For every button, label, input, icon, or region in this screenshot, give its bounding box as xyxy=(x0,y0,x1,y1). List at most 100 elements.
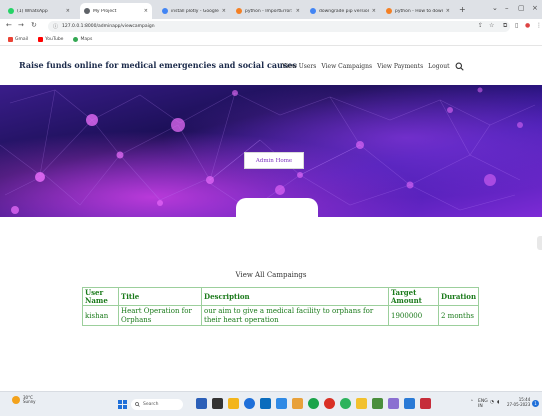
taskbar: 30°C Sunny Search ⌃ ENG IN ◔ ◖ 15:44 27-… xyxy=(0,391,542,416)
taskbar-search[interactable]: Search xyxy=(131,399,183,410)
sun-icon xyxy=(12,396,20,405)
column-header-title: Title xyxy=(118,286,202,307)
whatsapp-app-icon[interactable] xyxy=(340,398,351,409)
close-icon[interactable]: × xyxy=(296,8,300,14)
sidebar-icon[interactable]: ▯ xyxy=(515,22,518,29)
hero-banner: Admin Home xyxy=(0,85,542,217)
close-icon[interactable]: × xyxy=(446,8,450,14)
widgets-icon[interactable] xyxy=(212,398,223,409)
bookmark-gmail[interactable]: Gmail xyxy=(8,37,28,42)
side-panel-handle[interactable] xyxy=(537,236,542,250)
nav-view-users[interactable]: View Users xyxy=(282,63,316,70)
tray-chevron-icon[interactable]: ⌃ xyxy=(470,400,474,405)
close-icon[interactable]: × xyxy=(144,8,148,14)
cell-user-name: kishan xyxy=(82,305,119,327)
region-label: IN xyxy=(478,403,483,409)
tab-whatsapp[interactable]: (1) WhatsApp × xyxy=(4,3,74,19)
new-tab-button[interactable]: + xyxy=(459,5,466,14)
settings-app-icon[interactable] xyxy=(404,398,415,409)
windows-start-icon[interactable] xyxy=(118,400,127,409)
close-icon[interactable]: × xyxy=(66,8,70,14)
share-icon[interactable]: ⇪ xyxy=(478,22,483,29)
tab-label: python - How to downgra xyxy=(395,8,443,14)
bookmarks-bar: Gmail YouTube Maps xyxy=(0,34,542,46)
vscode-icon[interactable] xyxy=(276,398,287,409)
gmail-icon xyxy=(8,37,13,42)
section-title: View All Campaings xyxy=(235,271,307,279)
system-clock[interactable]: 15:44 27-05-2023 xyxy=(507,397,530,407)
google-icon xyxy=(310,8,316,14)
tab-stackoverflow-2[interactable]: python - How to downgra × xyxy=(382,3,454,19)
site-info-icon[interactable]: ⓘ xyxy=(53,23,58,30)
nav-view-campaigns[interactable]: View Campaigns xyxy=(321,63,372,70)
menu-icon[interactable]: ⋮ xyxy=(536,22,542,29)
stackoverflow-icon xyxy=(236,8,242,14)
notes-icon[interactable] xyxy=(356,398,367,409)
back-icon[interactable]: ← xyxy=(6,21,12,29)
tab-label: install plotly - Google Sear xyxy=(171,8,219,14)
store-icon[interactable] xyxy=(260,398,271,409)
chrome-profile-icon[interactable] xyxy=(324,398,335,409)
notification-badge[interactable]: 1 xyxy=(532,400,539,407)
column-header-user-name: User Name xyxy=(82,286,119,307)
column-header-duration: Duration xyxy=(437,286,480,307)
window-close-icon[interactable]: × xyxy=(532,4,538,12)
browser-tab-strip: (1) WhatsApp × My Project × install plot… xyxy=(0,0,542,19)
site-brand[interactable]: Raise funds online for medical emergenci… xyxy=(19,60,297,70)
media-app-icon[interactable] xyxy=(420,398,431,409)
bookmark-star-icon[interactable]: ☆ xyxy=(489,22,494,29)
stackoverflow-icon xyxy=(386,8,392,14)
maximize-icon[interactable]: ▢ xyxy=(518,4,525,12)
tab-stackoverflow-1[interactable]: python - ImportError: can × xyxy=(232,3,304,19)
bookmark-maps[interactable]: Maps xyxy=(73,37,92,42)
youtube-icon xyxy=(38,37,44,42)
weather-widget[interactable]: 30°C Sunny xyxy=(12,395,36,405)
reload-icon[interactable]: ↻ xyxy=(31,21,37,29)
tab-google-search-2[interactable]: downgrade pip version - S × xyxy=(306,3,380,19)
profile-icon[interactable]: ● xyxy=(525,22,530,29)
close-icon[interactable]: × xyxy=(372,8,376,14)
tab-google-search[interactable]: install plotly - Google Sear × xyxy=(158,3,230,19)
language-indicator[interactable]: ENG IN xyxy=(478,399,488,409)
bookmark-label: YouTube xyxy=(45,37,64,42)
clock-date: 27-05-2023 xyxy=(507,402,531,408)
edge-icon[interactable] xyxy=(244,398,255,409)
tab-label: python - ImportError: can xyxy=(245,8,293,14)
bookmark-label: Maps xyxy=(80,37,93,42)
table-row: kishan Heart Operation for Orphans our a… xyxy=(82,305,480,327)
campaigns-table: User Name Title Description Target Amoun… xyxy=(82,286,480,327)
search-icon[interactable] xyxy=(455,62,464,71)
cell-title: Heart Operation for Orphans xyxy=(118,305,202,327)
hero-bottom-tab xyxy=(236,198,318,217)
python-icon[interactable] xyxy=(292,398,303,409)
tab-search-icon[interactable]: ⌄ xyxy=(492,4,498,12)
file-explorer-icon[interactable] xyxy=(228,398,239,409)
column-header-target-amount: Target Amount xyxy=(388,286,439,307)
volume-icon[interactable]: ◖ xyxy=(497,400,499,405)
task-view-icon[interactable] xyxy=(196,398,207,409)
forward-icon[interactable]: → xyxy=(18,21,24,29)
nav-logout[interactable]: Logout xyxy=(428,63,449,70)
app-icon[interactable] xyxy=(388,398,399,409)
nav-view-payments[interactable]: View Payments xyxy=(377,63,423,70)
maps-icon xyxy=(73,37,79,42)
weather-text: Sunny xyxy=(23,399,36,405)
extensions-icon[interactable]: ⧉ xyxy=(503,22,507,30)
cell-description: our aim to give a medical facility to or… xyxy=(201,305,389,327)
tab-label: downgrade pip version - S xyxy=(319,8,369,14)
cell-target-amount: 1900000 xyxy=(388,305,439,327)
admin-home-button[interactable]: Admin Home xyxy=(244,152,304,169)
pycharm-icon[interactable] xyxy=(372,398,383,409)
address-url: 127.0.0.1:8000/adminapp/viewcampaign xyxy=(62,24,155,29)
close-icon[interactable]: × xyxy=(222,8,226,14)
wifi-icon[interactable]: ◔ xyxy=(490,400,494,405)
chrome-icon[interactable] xyxy=(308,398,319,409)
tab-my-project[interactable]: My Project × xyxy=(80,3,152,19)
minimize-icon[interactable]: – xyxy=(505,4,509,12)
browser-toolbar: ← → ↻ ⓘ 127.0.0.1:8000/adminapp/viewcamp… xyxy=(0,19,542,34)
tab-label: My Project xyxy=(93,8,117,14)
address-bar[interactable]: ⓘ 127.0.0.1:8000/adminapp/viewcampaign xyxy=(48,21,510,32)
tab-label: (1) WhatsApp xyxy=(17,8,48,14)
search-icon xyxy=(135,402,140,407)
bookmark-youtube[interactable]: YouTube xyxy=(38,37,63,42)
